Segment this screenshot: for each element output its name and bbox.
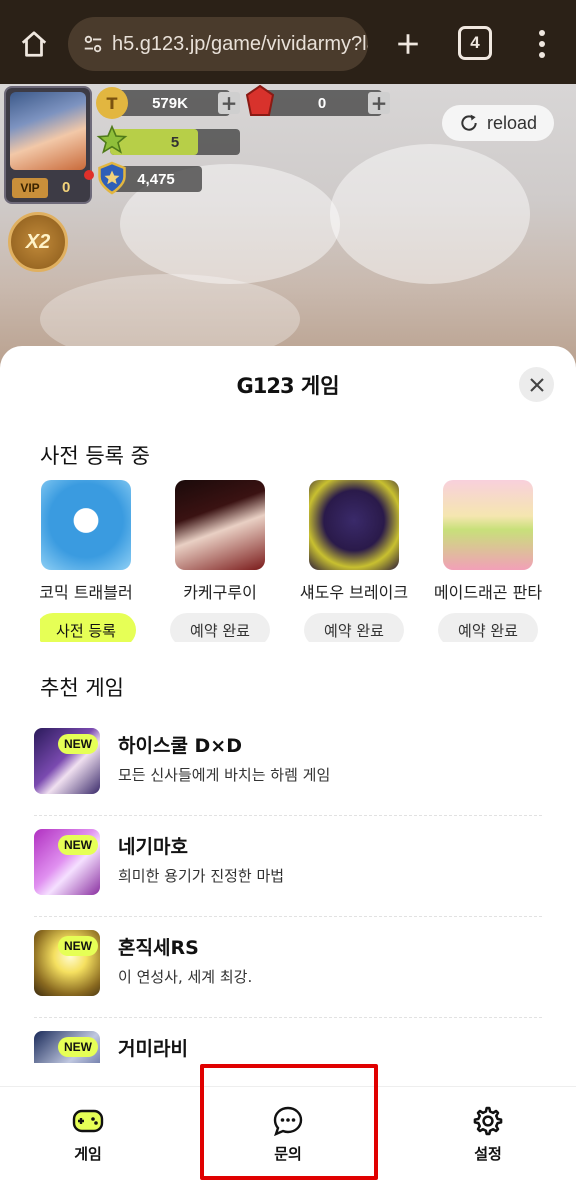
- reserved-button[interactable]: 예약 완료: [438, 613, 538, 642]
- nav-inquiry-label: 문의: [274, 1145, 302, 1163]
- game-name: 카케구루이: [183, 583, 257, 602]
- game-description: 이 연성사, 세계 최강.: [118, 968, 253, 986]
- game-name: 네기마호: [118, 836, 188, 858]
- tab-switcher-button[interactable]: 4: [458, 26, 492, 60]
- url-text[interactable]: h5.g123.jp/game/vividarmy?la: [112, 33, 368, 56]
- vip-level: 0: [62, 179, 71, 196]
- g123-games-sheet: G123 게임 사전 등록 중 코믹 트래블러 사전 등록 카케구루이 예약 완…: [0, 346, 576, 1184]
- pre-game-card[interactable]: 코믹 트래블러 사전 등록: [40, 480, 146, 642]
- game-name: 하이스쿨 D×D: [118, 735, 242, 757]
- nav-games[interactable]: 게임: [38, 1105, 138, 1164]
- gear-icon: [471, 1105, 505, 1137]
- add-gold-button[interactable]: +: [218, 91, 240, 115]
- pre-registration-title: 사전 등록 중: [27, 440, 150, 470]
- level-value: 5: [170, 133, 180, 151]
- new-badge: NEW: [58, 734, 98, 754]
- game-name: 코믹 트래블러: [40, 583, 133, 602]
- new-badge: NEW: [58, 936, 98, 956]
- sheet-title: G123 게임: [0, 370, 576, 400]
- game-thumbnail: [41, 480, 131, 570]
- pre-game-card[interactable]: 섀도우 브레이크 예약 완료: [294, 480, 414, 642]
- bottom-nav: 게임 문의 설정: [0, 1086, 576, 1184]
- pre-registration-list[interactable]: 코믹 트래블러 사전 등록 카케구루이 예약 완료 섀도우 브레이크 예약 완료…: [40, 480, 542, 642]
- gamepad-icon: [71, 1105, 105, 1137]
- plus-icon: [398, 34, 418, 54]
- browser-toolbar: h5.g123.jp/game/vividarmy?la 4: [0, 0, 576, 84]
- double-boost-icon[interactable]: X2: [8, 212, 68, 272]
- game-thumbnail: [443, 480, 533, 570]
- close-button[interactable]: [519, 367, 554, 402]
- site-settings-icon[interactable]: [82, 31, 104, 57]
- power-value: 4,475: [137, 170, 175, 188]
- notification-dot: [84, 170, 94, 180]
- game-thumbnail: [309, 480, 399, 570]
- gem-value: 0: [317, 94, 327, 112]
- list-item[interactable]: NEW 하이스쿨 D×D 모든 신사들에게 바치는 하렘 게임: [34, 728, 542, 816]
- game-name: 메이드래곤 판타: [433, 583, 542, 602]
- divider: [34, 815, 542, 816]
- add-gems-button[interactable]: +: [368, 91, 390, 115]
- list-item[interactable]: NEW 혼직세RS 이 연성사, 세계 최강.: [34, 930, 542, 1018]
- nav-inquiry[interactable]: 문의: [238, 1105, 338, 1164]
- browser-menu-button[interactable]: [524, 24, 560, 64]
- nav-games-label: 게임: [74, 1145, 102, 1163]
- pre-game-card[interactable]: 메이드래곤 판타 예약 완료: [428, 480, 542, 642]
- star-icon: [96, 124, 128, 156]
- ruby-icon: [244, 85, 276, 118]
- gold-value: 579K: [152, 94, 188, 112]
- chat-bubble-icon: [271, 1105, 305, 1137]
- home-button[interactable]: [14, 24, 54, 64]
- new-badge: NEW: [58, 835, 98, 855]
- game-thumbnail: [175, 480, 265, 570]
- reload-button[interactable]: reload: [442, 105, 554, 141]
- close-icon: [529, 377, 544, 392]
- sheet-title-suffix: 게임: [300, 374, 340, 398]
- address-bar[interactable]: h5.g123.jp/game/vividarmy?la: [68, 17, 368, 71]
- gold-coin-icon: T: [96, 87, 128, 119]
- game-name: 혼직세RS: [118, 937, 199, 959]
- new-badge: NEW: [58, 1037, 98, 1057]
- list-item[interactable]: NEW 네기마호 희미한 용기가 진정한 마법: [34, 829, 542, 917]
- refresh-icon: [461, 114, 477, 131]
- game-description: 모든 신사들에게 바치는 하렘 게임: [118, 766, 331, 784]
- player-avatar[interactable]: VIP 0: [4, 86, 92, 204]
- new-tab-button[interactable]: [388, 24, 428, 64]
- reserved-button[interactable]: 예약 완료: [170, 613, 270, 642]
- home-icon: [21, 31, 47, 57]
- avatar: [10, 92, 86, 170]
- pre-register-button[interactable]: 사전 등록: [40, 613, 136, 642]
- nav-settings[interactable]: 설정: [438, 1105, 538, 1164]
- game-name: 섀도우 브레이크: [299, 583, 409, 602]
- divider: [34, 916, 542, 917]
- shield-icon: [96, 161, 128, 195]
- g123-logo: G123: [236, 374, 294, 398]
- divider: [34, 1017, 542, 1018]
- gold-counter: 579K: [110, 90, 230, 116]
- game-canvas[interactable]: VIP 0 579K T + 0 + 5 4,475 X2 reload: [0, 84, 576, 374]
- gem-counter: 0: [262, 90, 382, 116]
- more-vert-icon: [539, 30, 545, 36]
- level-bar: 5: [110, 129, 240, 155]
- nav-settings-label: 설정: [474, 1145, 502, 1163]
- reload-label: reload: [486, 112, 538, 133]
- game-name: 거미라비: [118, 1038, 188, 1060]
- reserved-button[interactable]: 예약 완료: [304, 613, 404, 642]
- game-description: 희미한 용기가 진정한 마법: [118, 867, 285, 885]
- vip-badge: VIP: [12, 178, 48, 198]
- list-item[interactable]: NEW 거미라비: [34, 1031, 542, 1063]
- recommended-title: 추천 게임: [27, 672, 124, 702]
- pre-game-card[interactable]: 카케구루이 예약 완료: [160, 480, 280, 642]
